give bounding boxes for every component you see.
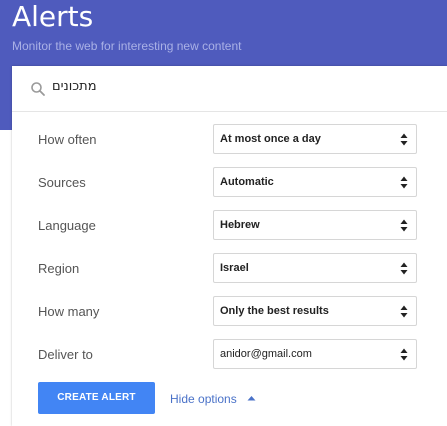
language-select[interactable]: Hebrew [213, 210, 417, 240]
select-value: At most once a day [220, 133, 321, 145]
hide-options-link[interactable]: Hide options [170, 392, 237, 406]
option-label: How many [38, 304, 100, 319]
sources-select[interactable]: Automatic [213, 167, 417, 197]
page-title: Alerts [12, 0, 94, 33]
select-arrows-icon [400, 305, 408, 318]
option-row-how-many: How many Only the best results [12, 296, 447, 328]
search-query[interactable]: מתכונים [52, 79, 97, 94]
select-arrows-icon [400, 133, 408, 146]
option-row-region: Region Israel [12, 253, 447, 285]
create-alert-button[interactable]: CREATE ALERT [38, 382, 155, 414]
search-box[interactable]: מתכונים [12, 66, 447, 112]
select-arrows-icon [400, 262, 408, 275]
option-row-how-often: How often At most once a day [12, 124, 447, 156]
option-row-deliver-to: Deliver to anidor@gmail.com [12, 339, 447, 371]
select-arrows-icon [400, 176, 408, 189]
select-value: Automatic [220, 176, 274, 188]
select-value: Only the best results [220, 305, 329, 317]
select-value: anidor@gmail.com [220, 348, 312, 360]
option-row-language: Language Hebrew [12, 210, 447, 242]
option-label: Region [38, 261, 80, 276]
select-arrows-icon [400, 219, 408, 232]
option-label: Deliver to [38, 347, 93, 362]
caret-up-icon[interactable] [247, 395, 256, 401]
how-many-select[interactable]: Only the best results [213, 296, 417, 326]
select-value: Israel [220, 262, 249, 274]
select-value: Hebrew [220, 219, 260, 231]
page-subtitle: Monitor the web for interesting new cont… [12, 39, 242, 53]
option-row-sources: Sources Automatic [12, 167, 447, 199]
how-often-select[interactable]: At most once a day [213, 124, 417, 154]
alert-options-card [12, 66, 447, 426]
option-label: How often [38, 132, 97, 147]
select-arrows-icon [400, 348, 408, 361]
option-label: Language [38, 218, 96, 233]
region-select[interactable]: Israel [213, 253, 417, 283]
deliver-to-select[interactable]: anidor@gmail.com [213, 339, 417, 369]
option-label: Sources [38, 175, 86, 190]
search-icon [31, 82, 45, 96]
